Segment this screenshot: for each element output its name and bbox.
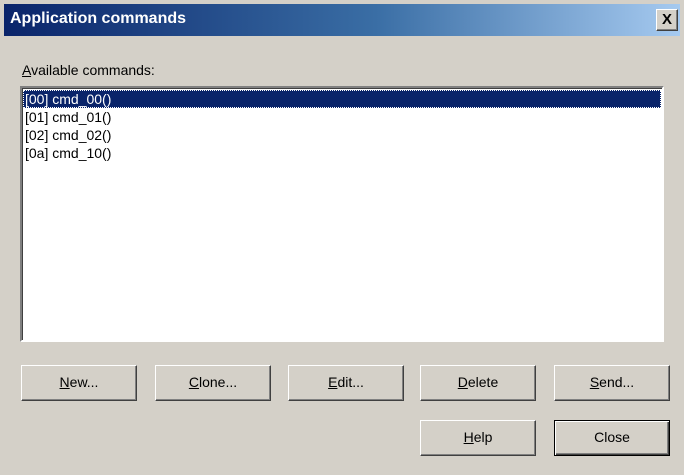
send-label: end... [599,374,635,390]
edit-label: dit... [337,374,364,390]
edit-button[interactable]: Edit... [288,365,404,401]
label-text: vailable commands: [31,62,155,78]
help-button[interactable]: Help [420,420,536,456]
application-commands-dialog: Application commands X Available command… [0,0,684,475]
available-commands-label: Available commands: [22,62,155,78]
new-button[interactable]: New... [21,365,137,401]
clone-accel: C [188,374,199,390]
clone-label: lone... [198,374,238,390]
title-bar[interactable]: Application commands X [4,4,680,36]
help-accel: H [463,429,474,445]
delete-button[interactable]: Delete [420,365,536,401]
close-button[interactable]: Close [554,420,670,456]
new-label: ew... [69,374,99,390]
clone-button[interactable]: Clone... [155,365,271,401]
commands-listbox[interactable]: [00] cmd_00() [01] cmd_01() [02] cmd_02(… [20,86,664,342]
list-item-cmd-10[interactable]: [0a] cmd_10() [23,144,661,162]
help-label: elp [473,429,493,445]
window-title: Application commands [10,10,187,27]
delete-accel: D [457,374,468,390]
list-item-cmd-00[interactable]: [00] cmd_00() [23,90,661,108]
send-button[interactable]: Send... [554,365,670,401]
list-item-cmd-01[interactable]: [01] cmd_01() [23,108,661,126]
delete-label: elete [467,374,499,390]
label-accelerator: A [22,62,32,78]
list-item-cmd-02[interactable]: [02] cmd_02() [23,126,661,144]
close-window-icon[interactable]: X [656,9,678,31]
send-accel: S [589,374,600,390]
new-accel: N [59,374,70,390]
